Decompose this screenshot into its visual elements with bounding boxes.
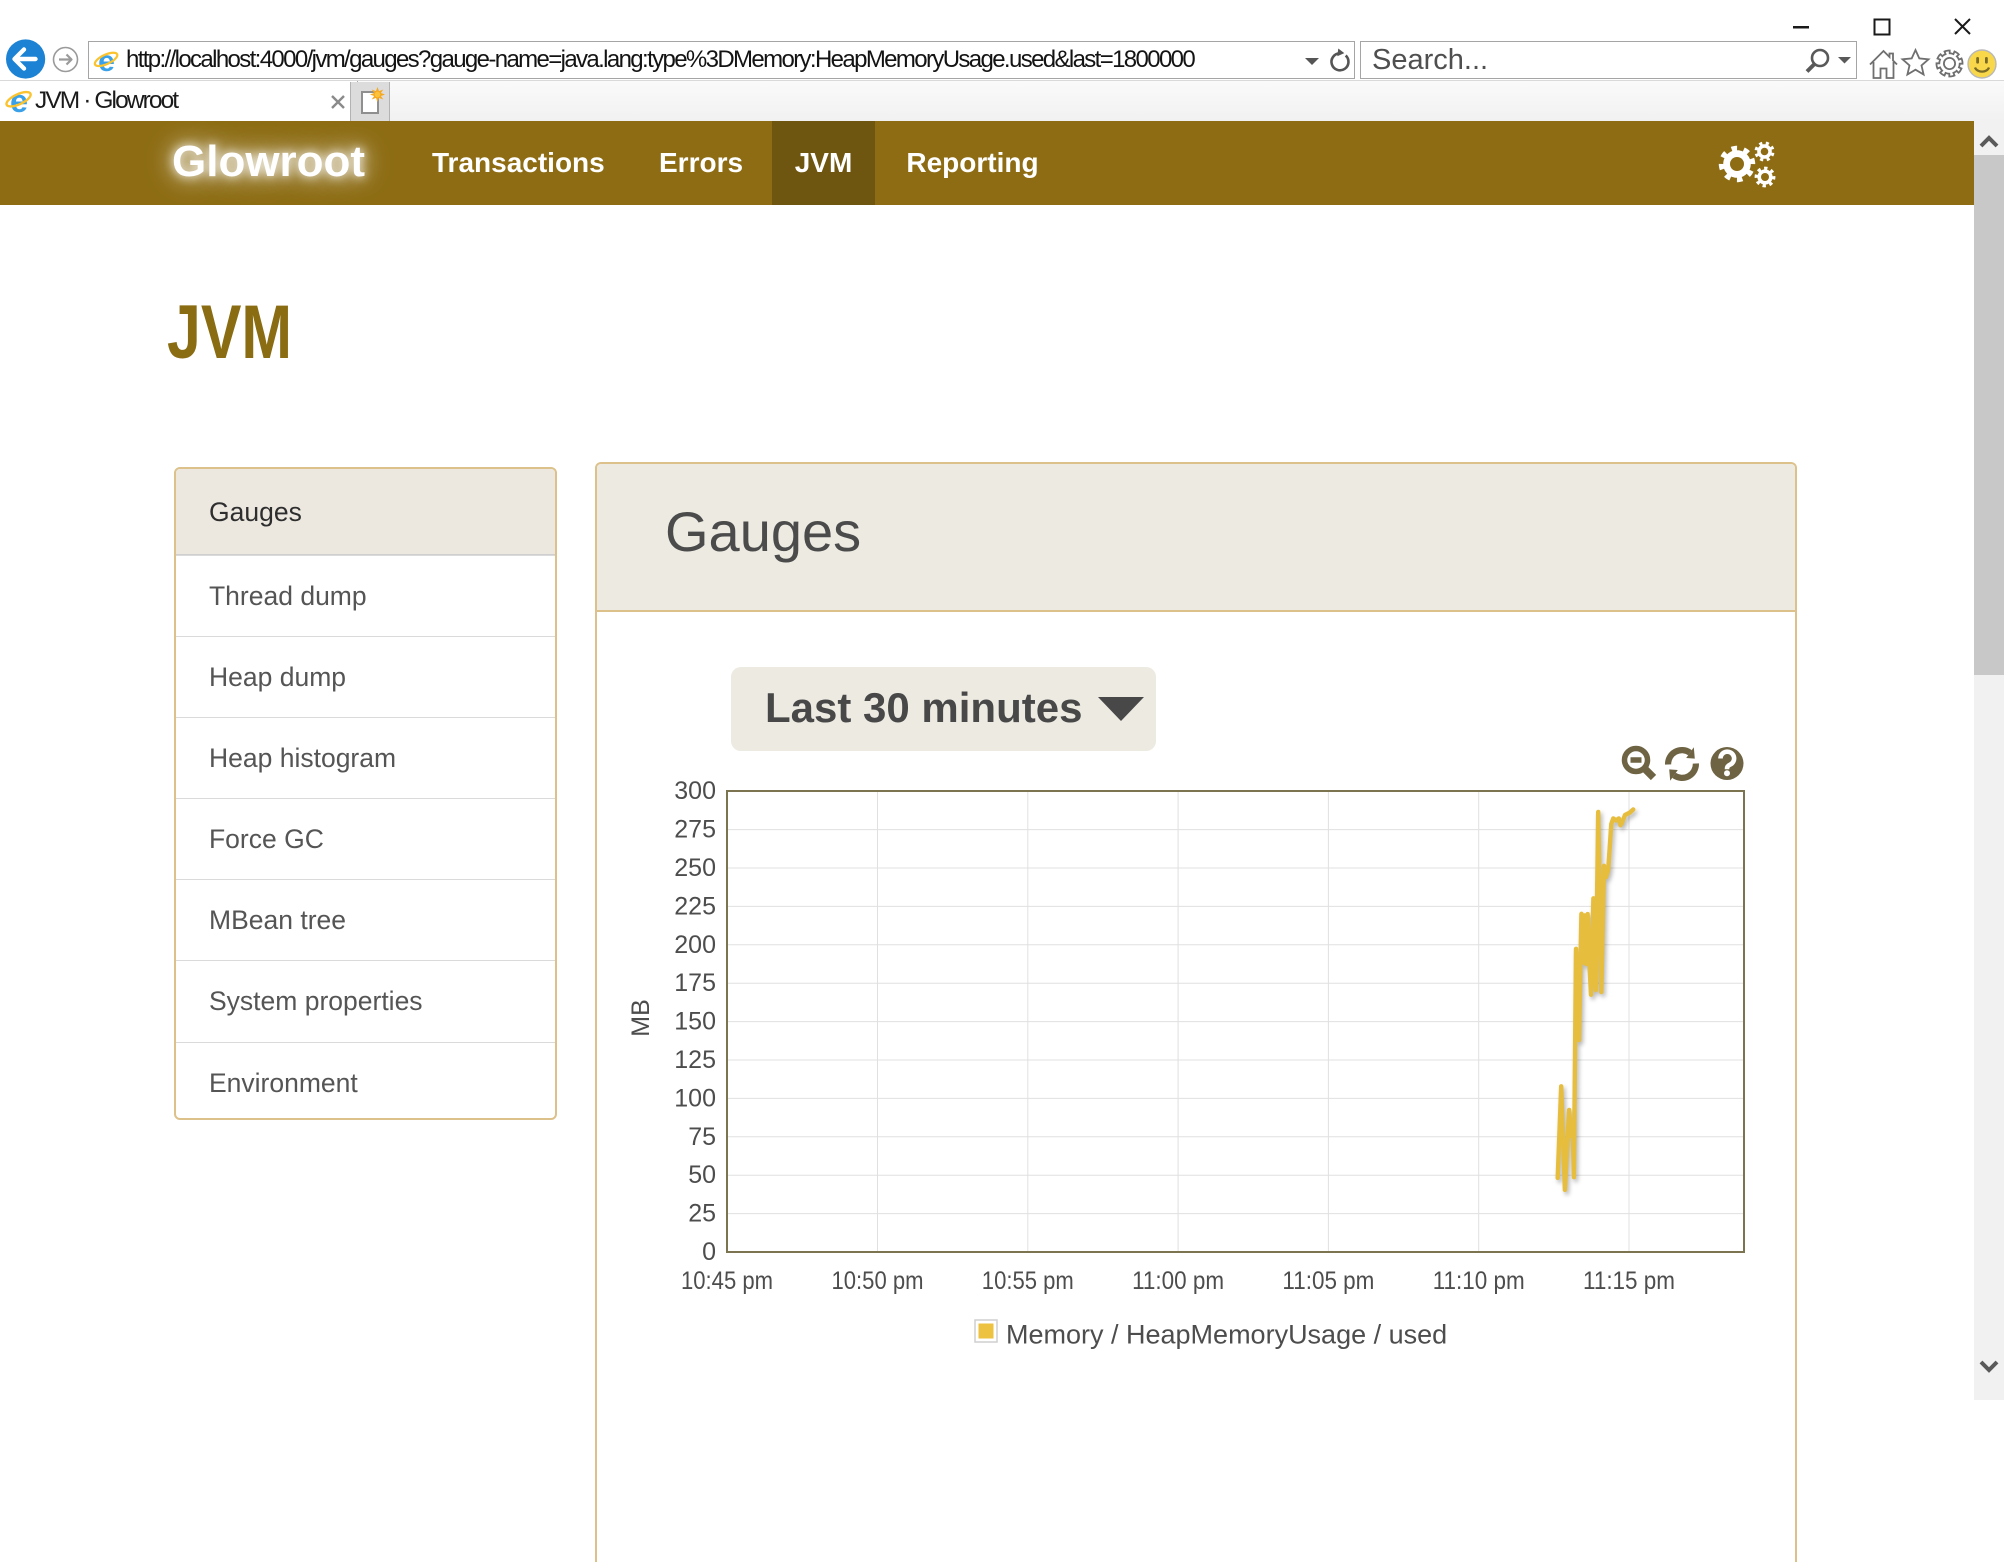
- svg-text:MB: MB: [627, 999, 655, 1037]
- svg-text:11:15 pm: 11:15 pm: [1583, 1267, 1675, 1295]
- svg-text:10:50 pm: 10:50 pm: [832, 1267, 924, 1295]
- svg-text:200: 200: [674, 931, 716, 959]
- svg-text:75: 75: [688, 1123, 716, 1151]
- svg-text:11:05 pm: 11:05 pm: [1282, 1267, 1374, 1295]
- svg-text:300: 300: [674, 777, 716, 805]
- svg-text:275: 275: [674, 816, 716, 844]
- svg-text:100: 100: [674, 1084, 716, 1112]
- svg-text:175: 175: [674, 969, 716, 997]
- svg-text:11:00 pm: 11:00 pm: [1132, 1267, 1224, 1295]
- svg-text:10:45 pm: 10:45 pm: [681, 1267, 773, 1295]
- svg-text:11:10 pm: 11:10 pm: [1433, 1267, 1525, 1295]
- svg-text:150: 150: [674, 1008, 716, 1036]
- svg-text:50: 50: [688, 1161, 716, 1189]
- svg-text:125: 125: [674, 1046, 716, 1074]
- svg-text:0: 0: [702, 1238, 716, 1266]
- svg-text:250: 250: [674, 854, 716, 882]
- svg-text:Memory / HeapMemoryUsage / use: Memory / HeapMemoryUsage / used: [1006, 1320, 1447, 1350]
- svg-text:25: 25: [688, 1200, 716, 1228]
- svg-text:225: 225: [674, 892, 716, 920]
- svg-text:10:55 pm: 10:55 pm: [982, 1267, 1074, 1295]
